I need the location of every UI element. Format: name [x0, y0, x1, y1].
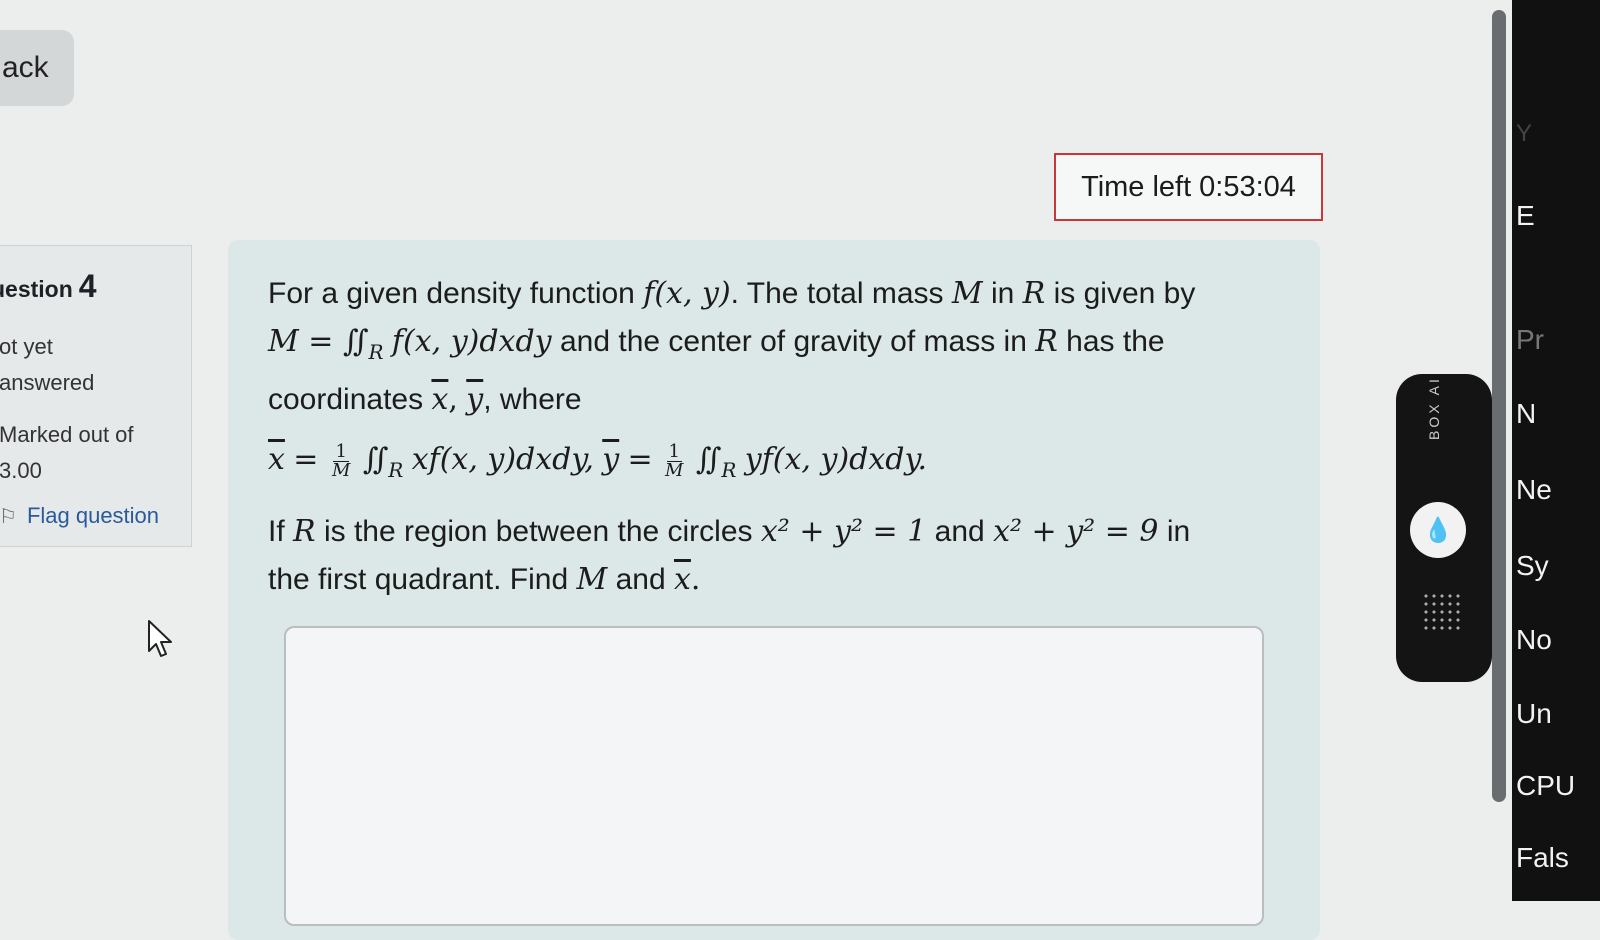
timer-box: Time left 0:53:04 — [1054, 153, 1323, 221]
math-R: R — [1035, 324, 1058, 359]
water-drop-icon[interactable]: 💧 — [1410, 502, 1466, 558]
right-panel-item: Un — [1516, 698, 1552, 729]
math-fxy: f(x, y) — [643, 276, 731, 311]
text-segment: For a given density function — [268, 277, 635, 310]
question-line-6: the first quadrant. Find M and x. — [268, 556, 1278, 604]
math-sub-R: R — [721, 458, 737, 482]
answer-input[interactable] — [284, 626, 1264, 926]
math-fraction: 1M — [665, 440, 684, 481]
math-M: M — [951, 276, 983, 311]
math-xbar: x — [431, 382, 449, 417]
question-number-value: 4 — [78, 268, 97, 304]
math-xbar: x — [268, 442, 285, 477]
timer-label: Time left — [1081, 170, 1192, 203]
math-circle-1: x² + y² = 1 — [760, 514, 927, 549]
math-sub-R: R — [388, 458, 404, 482]
text-segment: and the center of gravity of mass in — [559, 325, 1027, 358]
text-segment: is the region between the circles — [323, 515, 753, 548]
question-mark: Marked out of 3.00 — [0, 417, 191, 489]
text-segment: in — [1166, 515, 1191, 548]
question-state-line1: ot yet — [0, 334, 53, 359]
flag-question-link[interactable]: ⚐ Flag question — [0, 503, 191, 529]
flag-icon: ⚐ — [0, 505, 17, 528]
question-state-line2: answered — [0, 370, 95, 395]
question-formula-line: x = 1M ∬R xf(x, y)dxdy, y = 1M ∬R yf(x, … — [268, 436, 1278, 494]
right-panel-item: CPU — [1516, 770, 1576, 801]
math-ybar: y — [602, 442, 620, 477]
question-info-panel: uestion4 ot yet answered Marked out of 3… — [0, 245, 192, 547]
text-segment: in — [990, 277, 1015, 310]
math-term-y: yf(x, y)dxdy. — [744, 442, 927, 477]
text-segment: . The total mass — [730, 277, 944, 310]
question-text: For a given density function f(x, y). Th… — [268, 270, 1278, 604]
text-segment: coordinates — [268, 383, 424, 416]
flag-question-label: Flag question — [26, 503, 160, 528]
page-scrollbar[interactable] — [1492, 10, 1506, 802]
right-panel-item: Pr — [1516, 324, 1544, 355]
math-R: R — [1022, 276, 1046, 311]
right-panel-item: No — [1516, 624, 1552, 655]
text-segment: and — [934, 515, 985, 548]
question-mark-line2: 3.00 — [0, 458, 42, 483]
math-circle-2: x² + y² = 9 — [993, 514, 1159, 549]
question-number: uestion4 — [0, 268, 191, 305]
text-segment: is given by — [1053, 277, 1196, 310]
text-segment: , where — [483, 383, 582, 416]
math-ybar: y — [466, 382, 484, 417]
math-double-integral: ∬ — [362, 442, 389, 477]
right-panel-item: Y — [1516, 120, 1533, 147]
timer-value: 0:53:04 — [1199, 170, 1296, 203]
math-term-x: xf(x, y)dxdy, — [411, 442, 594, 477]
math-mass-integral: M = ∬ — [268, 324, 369, 359]
dots-grid-icon[interactable] — [1422, 592, 1462, 632]
side-widget-label: BOX AI — [1426, 376, 1442, 440]
frac-denominator: M — [665, 459, 684, 481]
text-segment: has the — [1066, 325, 1165, 358]
back-label: ack — [2, 51, 49, 84]
text-segment: If — [268, 515, 285, 548]
right-panel-item: Sy — [1516, 550, 1549, 581]
frac-numerator: 1 — [333, 440, 349, 462]
math-integrand: f(x, y)dxdy — [391, 324, 552, 359]
question-state: ot yet answered — [0, 329, 191, 401]
question-prefix: uestion — [0, 276, 73, 302]
right-panel-item: N — [1516, 398, 1537, 429]
question-line-3: coordinates x, y, where — [268, 376, 1278, 424]
math-M: M — [576, 562, 608, 597]
right-panel-item: E — [1516, 200, 1535, 231]
math-sub-R: R — [368, 340, 384, 364]
right-panel-item: Ne — [1516, 474, 1552, 505]
mouse-cursor-icon — [148, 620, 172, 657]
math-xbar: x — [673, 562, 691, 597]
question-mark-line1: Marked out of — [0, 422, 134, 447]
text-segment: and — [615, 563, 666, 596]
math-comma: , — [448, 382, 458, 417]
question-line-2: M = ∬R f(x, y)dxdy and the center of gra… — [268, 318, 1278, 376]
frac-numerator: 1 — [666, 440, 682, 462]
math-fraction: 1M — [331, 440, 351, 481]
math-double-integral: ∬ — [695, 442, 722, 477]
math-equals: = — [627, 442, 653, 477]
question-line-1: For a given density function f(x, y). Th… — [268, 270, 1278, 318]
math-period: . — [690, 562, 701, 597]
back-button[interactable]: ack — [0, 30, 74, 106]
text-segment: the first quadrant. Find — [268, 563, 569, 596]
question-line-5: If R is the region between the circles x… — [268, 508, 1278, 556]
math-equals: = — [293, 442, 328, 477]
math-R: R — [293, 514, 316, 549]
right-panel-item: Fals — [1516, 842, 1569, 873]
frac-denominator: M — [331, 459, 351, 481]
